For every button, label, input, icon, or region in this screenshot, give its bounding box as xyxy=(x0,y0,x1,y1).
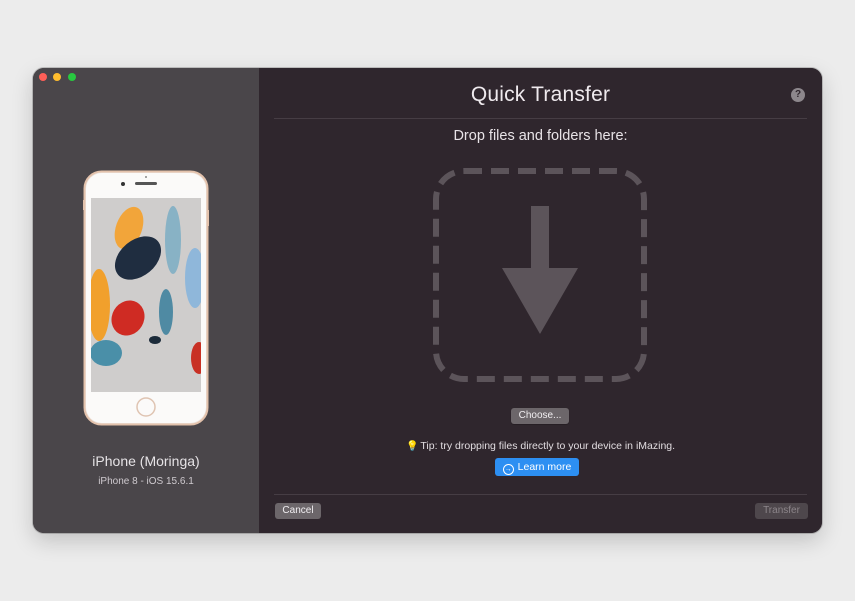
learn-more-label: Learn more xyxy=(517,461,572,473)
divider xyxy=(274,118,807,119)
transfer-panel: Quick Transfer ? Drop files and folders … xyxy=(259,68,822,533)
close-window-button[interactable] xyxy=(39,73,47,81)
divider xyxy=(274,494,807,495)
tip-text: Tip: try dropping files directly to your… xyxy=(420,440,676,452)
transfer-button[interactable]: Transfer xyxy=(755,503,808,519)
choose-button[interactable]: Choose... xyxy=(511,408,569,424)
lightbulb-icon: 💡 xyxy=(405,441,419,452)
device-model: iPhone 8 - iOS 15.6.1 xyxy=(98,476,194,487)
window-title: Quick Transfer xyxy=(470,83,611,106)
download-arrow-icon xyxy=(502,206,578,334)
drop-zone[interactable] xyxy=(433,168,647,382)
device-name: iPhone (Moringa) xyxy=(92,453,200,469)
learn-more-button[interactable]: → Learn more xyxy=(495,458,579,476)
cancel-button[interactable]: Cancel xyxy=(275,503,321,519)
iphone-image xyxy=(83,170,209,426)
drop-prompt: Drop files and folders here: xyxy=(453,128,628,144)
arrow-circle-icon: → xyxy=(502,464,514,475)
zoom-window-button[interactable] xyxy=(68,73,76,81)
quick-transfer-window: iPhone (Moringa) iPhone 8 - iOS 15.6.1 Q… xyxy=(33,68,822,533)
tip-text-row: 💡 Tip: try dropping files directly to you… xyxy=(259,440,822,452)
minimize-window-button[interactable] xyxy=(53,73,61,81)
help-button[interactable]: ? xyxy=(791,88,805,102)
device-sidebar: iPhone (Moringa) iPhone 8 - iOS 15.6.1 xyxy=(33,68,259,533)
